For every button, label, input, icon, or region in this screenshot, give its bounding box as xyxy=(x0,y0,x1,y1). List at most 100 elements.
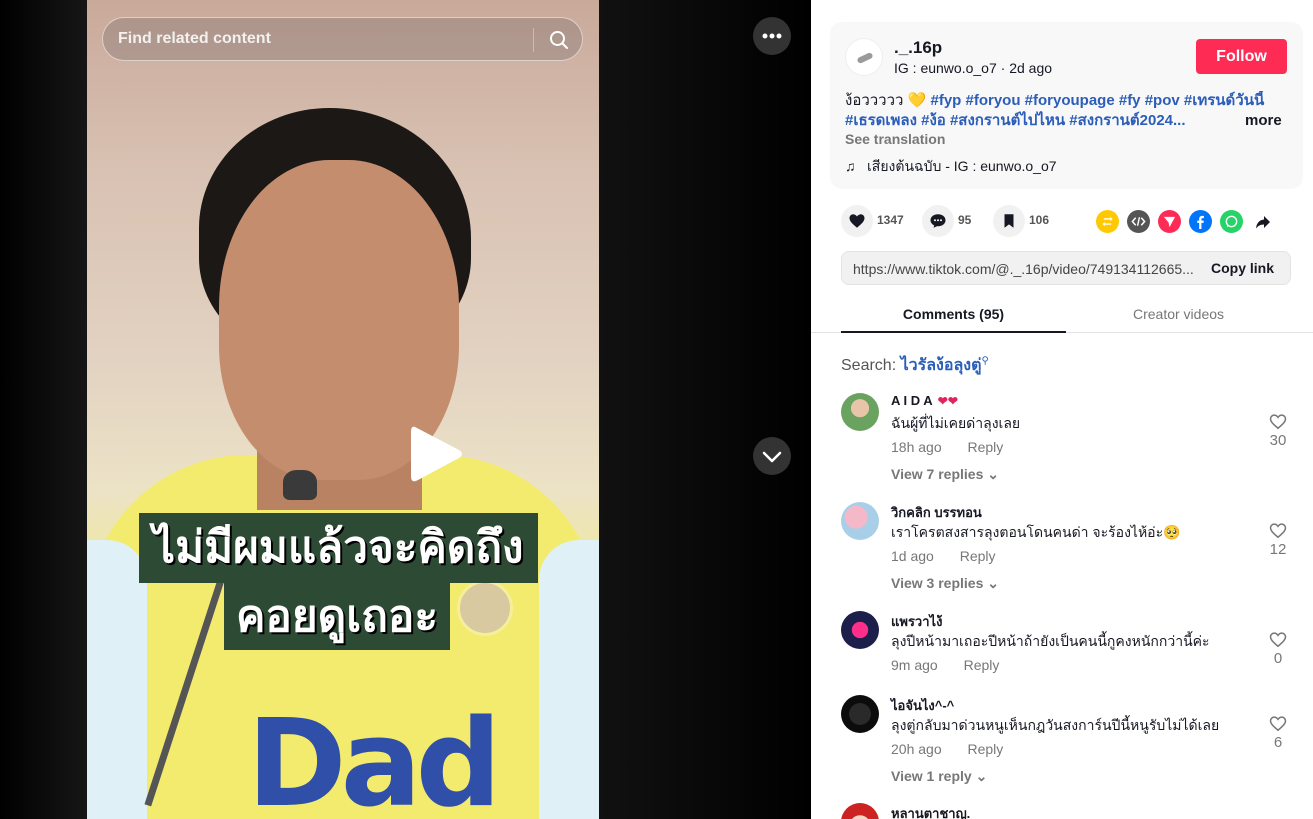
comment-text: ฉันผู้ที่ไม่เคยด่าลุงเลย xyxy=(891,415,1021,431)
chevron-down-icon: ⌄ xyxy=(987,466,999,482)
chevron-down-icon: ⌄ xyxy=(975,768,988,784)
see-translation-link[interactable]: See translation xyxy=(845,131,945,147)
shirt-logo: Dad xyxy=(247,695,501,819)
reply-button[interactable]: Reply xyxy=(968,439,1004,455)
search-small-icon: ⚲ xyxy=(981,355,989,367)
commenter-avatar[interactable] xyxy=(841,502,879,540)
heart-emoji: 💛 xyxy=(907,92,927,109)
search-suggestion-query[interactable]: ไวรัลง้อลุงตู่ xyxy=(901,357,982,374)
video-link-bar: https://www.tiktok.com/@._.16p/video/749… xyxy=(841,251,1291,285)
commenter-name[interactable]: ไอจันไง^-^ xyxy=(891,695,954,716)
author-nickname: IG : eunwo.o_o7 xyxy=(894,60,997,76)
facebook-icon[interactable] xyxy=(1189,210,1212,233)
commenter-avatar[interactable] xyxy=(841,803,879,819)
view-replies-button[interactable]: View 1 reply ⌄ xyxy=(891,768,987,785)
like-button[interactable] xyxy=(841,205,873,237)
whatsapp-icon[interactable] xyxy=(1220,210,1243,233)
comment-item: หลานตาชาญ. xyxy=(841,803,1301,819)
more-options-button[interactable] xyxy=(753,17,791,55)
view-replies-button[interactable]: View 7 replies ⌄ xyxy=(891,466,999,483)
play-icon[interactable] xyxy=(409,424,463,484)
commenter-name[interactable]: A I D A ❤❤ xyxy=(891,393,958,408)
share-arrow-icon[interactable] xyxy=(1251,210,1274,233)
heart-icon xyxy=(849,214,865,228)
reply-button[interactable]: Reply xyxy=(968,741,1004,757)
comment-like[interactable]: 6 xyxy=(1266,715,1290,751)
shirt-badge xyxy=(457,580,513,636)
reply-button[interactable]: Reply xyxy=(960,548,996,564)
bookmark-icon xyxy=(1004,214,1014,228)
heart-outline-icon[interactable] xyxy=(1269,715,1287,732)
active-tab-indicator xyxy=(841,331,1066,333)
save-button[interactable] xyxy=(993,205,1025,237)
comment-meta: 20h ago Reply xyxy=(891,741,1003,757)
video-area[interactable]: Dad ไม่มีผมแล้วจะคิดถึง คอยดูเถอะ xyxy=(0,0,811,819)
tab-comments[interactable]: Comments (95) xyxy=(841,306,1066,322)
comment-item: ไอจันไง^-^ ลุงตู่กลับมาด่วนหนูเห็นกฎวันส… xyxy=(841,695,1301,795)
search-suggestion-label: Search: xyxy=(841,357,901,374)
chevron-down-icon xyxy=(762,451,782,463)
author-username[interactable]: ._.16p xyxy=(894,38,942,58)
music-link[interactable]: ♫ เสียงต้นฉบับ - IG : eunwo.o_o7 xyxy=(845,156,1057,178)
author-subline: IG : eunwo.o_o7 · 2d ago xyxy=(894,60,1052,76)
repost-icon[interactable] xyxy=(1096,210,1119,233)
search-suggestion[interactable]: Search: ไวรัลง้อลุงตู่⚲ xyxy=(841,353,989,378)
search-bar[interactable] xyxy=(102,17,583,61)
heart-outline-icon[interactable] xyxy=(1269,631,1287,648)
comment-button[interactable] xyxy=(922,205,954,237)
more-link[interactable]: more xyxy=(1245,111,1282,131)
post-info-card: ._.16p IG : eunwo.o_o7 · 2d ago Follow ง… xyxy=(830,22,1303,189)
comment-meta: 9m ago Reply xyxy=(891,657,999,673)
comment-text: ลุงตู่กลับมาด่วนหนูเห็นกฎวันสงการ์นปีนี้… xyxy=(891,717,1220,733)
video-caption-line1: ไม่มีผมแล้วจะคิดถึง xyxy=(139,513,538,583)
comment-like[interactable]: 30 xyxy=(1266,413,1290,449)
pill-icon xyxy=(857,52,873,64)
copy-link-button[interactable]: Copy link xyxy=(1211,260,1274,276)
reply-button[interactable]: Reply xyxy=(964,657,1000,673)
like-count: 1347 xyxy=(877,213,904,227)
heart-outline-icon[interactable] xyxy=(1269,522,1287,539)
view-replies-button[interactable]: View 3 replies ⌄ xyxy=(891,575,999,592)
commenter-name[interactable]: หลานตาชาญ. xyxy=(891,803,970,819)
save-count: 106 xyxy=(1029,213,1050,227)
comment-like-count: 0 xyxy=(1273,650,1283,667)
microphone-icon xyxy=(283,470,317,500)
commenter-avatar[interactable] xyxy=(841,695,879,733)
commenter-name[interactable]: วิกคลิก บรรทอน xyxy=(891,502,982,523)
video-background-right xyxy=(599,0,811,819)
video-caption-line2: คอยดูเถอะ xyxy=(224,583,450,650)
comment-like-count: 12 xyxy=(1269,541,1287,558)
video-player[interactable]: Dad ไม่มีผมแล้วจะคิดถึง คอยดูเถอะ xyxy=(87,0,599,819)
send-icon[interactable] xyxy=(1158,210,1181,233)
commenter-avatar[interactable] xyxy=(841,611,879,649)
comment-like-count: 6 xyxy=(1273,734,1283,751)
next-video-button[interactable] xyxy=(753,437,791,475)
video-url[interactable]: https://www.tiktok.com/@._.16p/video/749… xyxy=(853,261,1198,277)
comment-count: 95 xyxy=(958,213,972,227)
person-sleeve-right xyxy=(539,540,599,819)
author-avatar[interactable] xyxy=(845,38,883,76)
commenter-avatar[interactable] xyxy=(841,393,879,431)
tab-creator-videos[interactable]: Creator videos xyxy=(1066,306,1291,322)
search-icon[interactable] xyxy=(547,28,571,52)
details-panel: ._.16p IG : eunwo.o_o7 · 2d ago Follow ง… xyxy=(811,0,1313,819)
description-text: ง้อววววว xyxy=(845,92,904,109)
post-time: 2d ago xyxy=(1009,60,1053,76)
search-input[interactable] xyxy=(118,18,528,60)
comment-time: 1d ago xyxy=(891,548,934,564)
music-label: เสียงต้นฉบับ - IG : eunwo.o_o7 xyxy=(867,158,1057,174)
subline-separator: · xyxy=(996,60,1010,76)
heart-outline-icon[interactable] xyxy=(1269,413,1287,430)
comment-text: เราโครตสงสารลุงตอนโดนคนด่า จะร้องไห้อ่ะ🥺 xyxy=(891,524,1181,540)
comment-item: แพรวาไง้ ลุงปีหน้ามาเถอะปีหน้าถ้ายังเป็น… xyxy=(841,611,1301,686)
comment-like[interactable]: 12 xyxy=(1266,522,1290,558)
chevron-down-icon: ⌄ xyxy=(987,575,999,591)
hashtags-line1[interactable]: #fyp #foryou #foryoupage #fy #pov #เทรนด… xyxy=(930,92,1264,109)
hashtags-line2[interactable]: #เธรดเพลง #ง้อ #สงกรานต์ไปไหน #สงกรานต์2… xyxy=(845,111,1225,131)
commenter-name[interactable]: แพรวาไง้ xyxy=(891,611,942,632)
ellipsis-icon xyxy=(762,33,782,39)
comment-like[interactable]: 0 xyxy=(1266,631,1290,667)
comment-item: วิกคลิก บรรทอน เราโครตสงสารลุงตอนโดนคนด่… xyxy=(841,502,1301,602)
embed-icon[interactable] xyxy=(1127,210,1150,233)
follow-button[interactable]: Follow xyxy=(1196,39,1287,74)
